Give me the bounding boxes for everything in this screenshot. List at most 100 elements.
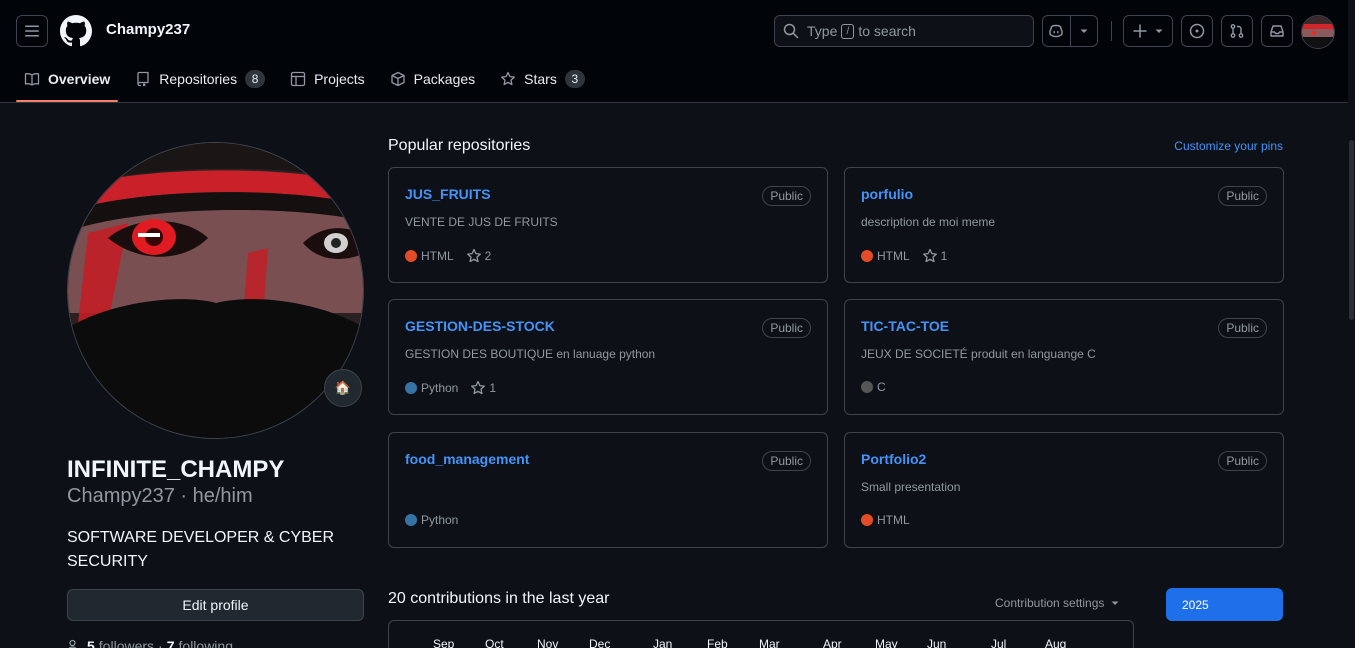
month-label: Feb — [707, 637, 728, 648]
repo-meta: Python 1 — [405, 380, 496, 396]
edit-profile-button[interactable]: Edit profile — [67, 589, 364, 621]
tab-label: Repositories — [159, 71, 238, 87]
language-color-dot — [405, 514, 417, 526]
avatar-image — [1302, 16, 1334, 48]
repo-name-link[interactable]: Portfolio2 — [861, 451, 926, 467]
scrollbar-thumb[interactable] — [1349, 140, 1354, 320]
repo-stars-link[interactable]: 2 — [466, 248, 492, 264]
tab-packages[interactable]: Packages — [382, 62, 483, 96]
tab-label: Overview — [48, 71, 111, 87]
repo-language: Python — [421, 513, 459, 527]
copilot-button[interactable] — [1043, 16, 1070, 46]
copilot-menu-button[interactable] — [1071, 16, 1098, 46]
inbox-button[interactable] — [1261, 15, 1293, 47]
month-label: Aug — [1045, 637, 1067, 648]
inbox-icon — [1270, 25, 1284, 37]
visibility-badge: Public — [762, 186, 811, 206]
popular-repos-title: Popular repositories — [388, 137, 531, 154]
star-icon — [501, 71, 516, 86]
people-icon — [68, 639, 77, 648]
month-label: Dec — [589, 637, 611, 648]
tab-stars[interactable]: Stars 3 — [492, 62, 593, 96]
repo-name-link[interactable]: GESTION-DES-STOCK — [405, 318, 555, 334]
book-icon — [24, 73, 40, 86]
following-count[interactable]: 7 — [167, 638, 175, 648]
repo-card: Portfolio2 Public Small presentation HTM… — [844, 432, 1284, 548]
hamburger-icon — [25, 25, 39, 37]
repo-meta: HTML 2 — [405, 248, 491, 264]
tab-overview[interactable]: Overview — [16, 62, 119, 102]
header-divider — [1111, 21, 1112, 41]
git-pull-request-icon — [1230, 24, 1244, 38]
tab-projects[interactable]: Projects — [282, 62, 373, 96]
star-icon — [466, 248, 481, 263]
package-icon — [391, 71, 405, 87]
copilot-button-group — [1042, 15, 1098, 47]
visibility-badge: Public — [1218, 186, 1267, 206]
repo-name-link[interactable]: food_management — [405, 451, 529, 467]
language-color-dot — [405, 250, 417, 262]
contributions-title: 20 contributions in the last year — [388, 590, 610, 607]
repo-card: porfulio Public description de moi meme … — [844, 167, 1284, 283]
follow-stats: 5 followers · 7 following — [67, 638, 233, 648]
visibility-badge: Public — [1218, 318, 1267, 338]
star-icon — [922, 248, 937, 263]
repo-star-count: 1 — [489, 381, 497, 395]
month-label: Jul — [991, 637, 1007, 648]
search-input[interactable]: Type / to search — [774, 15, 1034, 47]
repo-stars-link[interactable]: 1 — [470, 380, 496, 396]
copilot-icon — [1049, 24, 1063, 38]
search-icon — [783, 23, 799, 39]
user-avatar-button[interactable] — [1301, 15, 1335, 49]
star-icon — [471, 380, 486, 395]
profile-display-name: INFINITE_CHAMPY — [67, 456, 285, 483]
contribution-settings-button[interactable]: Contribution settings — [995, 596, 1120, 610]
followers-label[interactable]: followers — [99, 638, 154, 648]
repo-meta: HTML 1 — [861, 248, 947, 264]
search-suffix: to search — [858, 23, 916, 39]
github-logo-icon[interactable] — [60, 15, 92, 47]
triangle-down-icon — [1155, 29, 1163, 33]
month-label: Mar — [759, 637, 780, 648]
repo-description: description de moi meme — [861, 215, 996, 229]
create-new-button[interactable] — [1123, 15, 1173, 47]
avatar-image — [68, 143, 363, 438]
pull-requests-button[interactable] — [1221, 15, 1253, 47]
repositories-counter: 8 — [245, 70, 266, 88]
repo-description: JEUX DE SOCIETÉ produit en languange C — [861, 347, 1096, 361]
menu-button[interactable] — [16, 15, 48, 47]
contribution-settings-label: Contribution settings — [995, 596, 1105, 610]
search-prefix: Type — [807, 23, 838, 39]
year-button-2025[interactable]: 2025 — [1166, 588, 1283, 621]
followers-count[interactable]: 5 — [87, 638, 95, 648]
set-status-button[interactable]: 🏠 — [324, 369, 362, 407]
repo-card: food_management Public Python — [388, 432, 828, 548]
contribution-calendar: Sep Oct Nov Dec Jan Feb Mar Apr May Jun … — [388, 620, 1134, 648]
month-label: Apr — [823, 637, 842, 648]
page-scrollbar[interactable] — [1348, 0, 1355, 648]
repo-name-link[interactable]: porfulio — [861, 186, 913, 202]
repo-card: TIC-TAC-TOE Public JEUX DE SOCIETÉ produ… — [844, 299, 1284, 415]
triangle-down-icon — [1111, 601, 1119, 605]
repo-name-link[interactable]: TIC-TAC-TOE — [861, 318, 949, 334]
repo-card: GESTION-DES-STOCK Public GESTION DES BOU… — [388, 299, 828, 415]
dot-separator: · — [158, 638, 163, 648]
following-label[interactable]: following — [179, 638, 233, 648]
month-label: Nov — [537, 637, 559, 648]
repo-star-count: 1 — [940, 249, 948, 263]
tab-repositories[interactable]: Repositories 8 — [127, 62, 273, 96]
profile-avatar[interactable] — [67, 142, 364, 439]
repo-stars-link[interactable]: 1 — [922, 248, 948, 264]
issues-button[interactable] — [1181, 15, 1213, 47]
profile-username: Champy237 · he/him — [67, 485, 253, 507]
header-username[interactable]: Champy237 — [106, 21, 190, 38]
search-shortcut-key: / — [841, 23, 855, 39]
house-icon: 🏠 — [334, 380, 352, 395]
repo-star-count: 2 — [484, 249, 492, 263]
repo-name-link[interactable]: JUS_FRUITS — [405, 186, 491, 202]
repo-language: C — [877, 380, 886, 394]
language-color-dot — [861, 514, 873, 526]
language-color-dot — [405, 382, 417, 394]
customize-pins-link[interactable]: Customize your pins — [1174, 139, 1283, 153]
profile-tabs: Overview Repositories 8 Projects Package… — [16, 62, 602, 102]
